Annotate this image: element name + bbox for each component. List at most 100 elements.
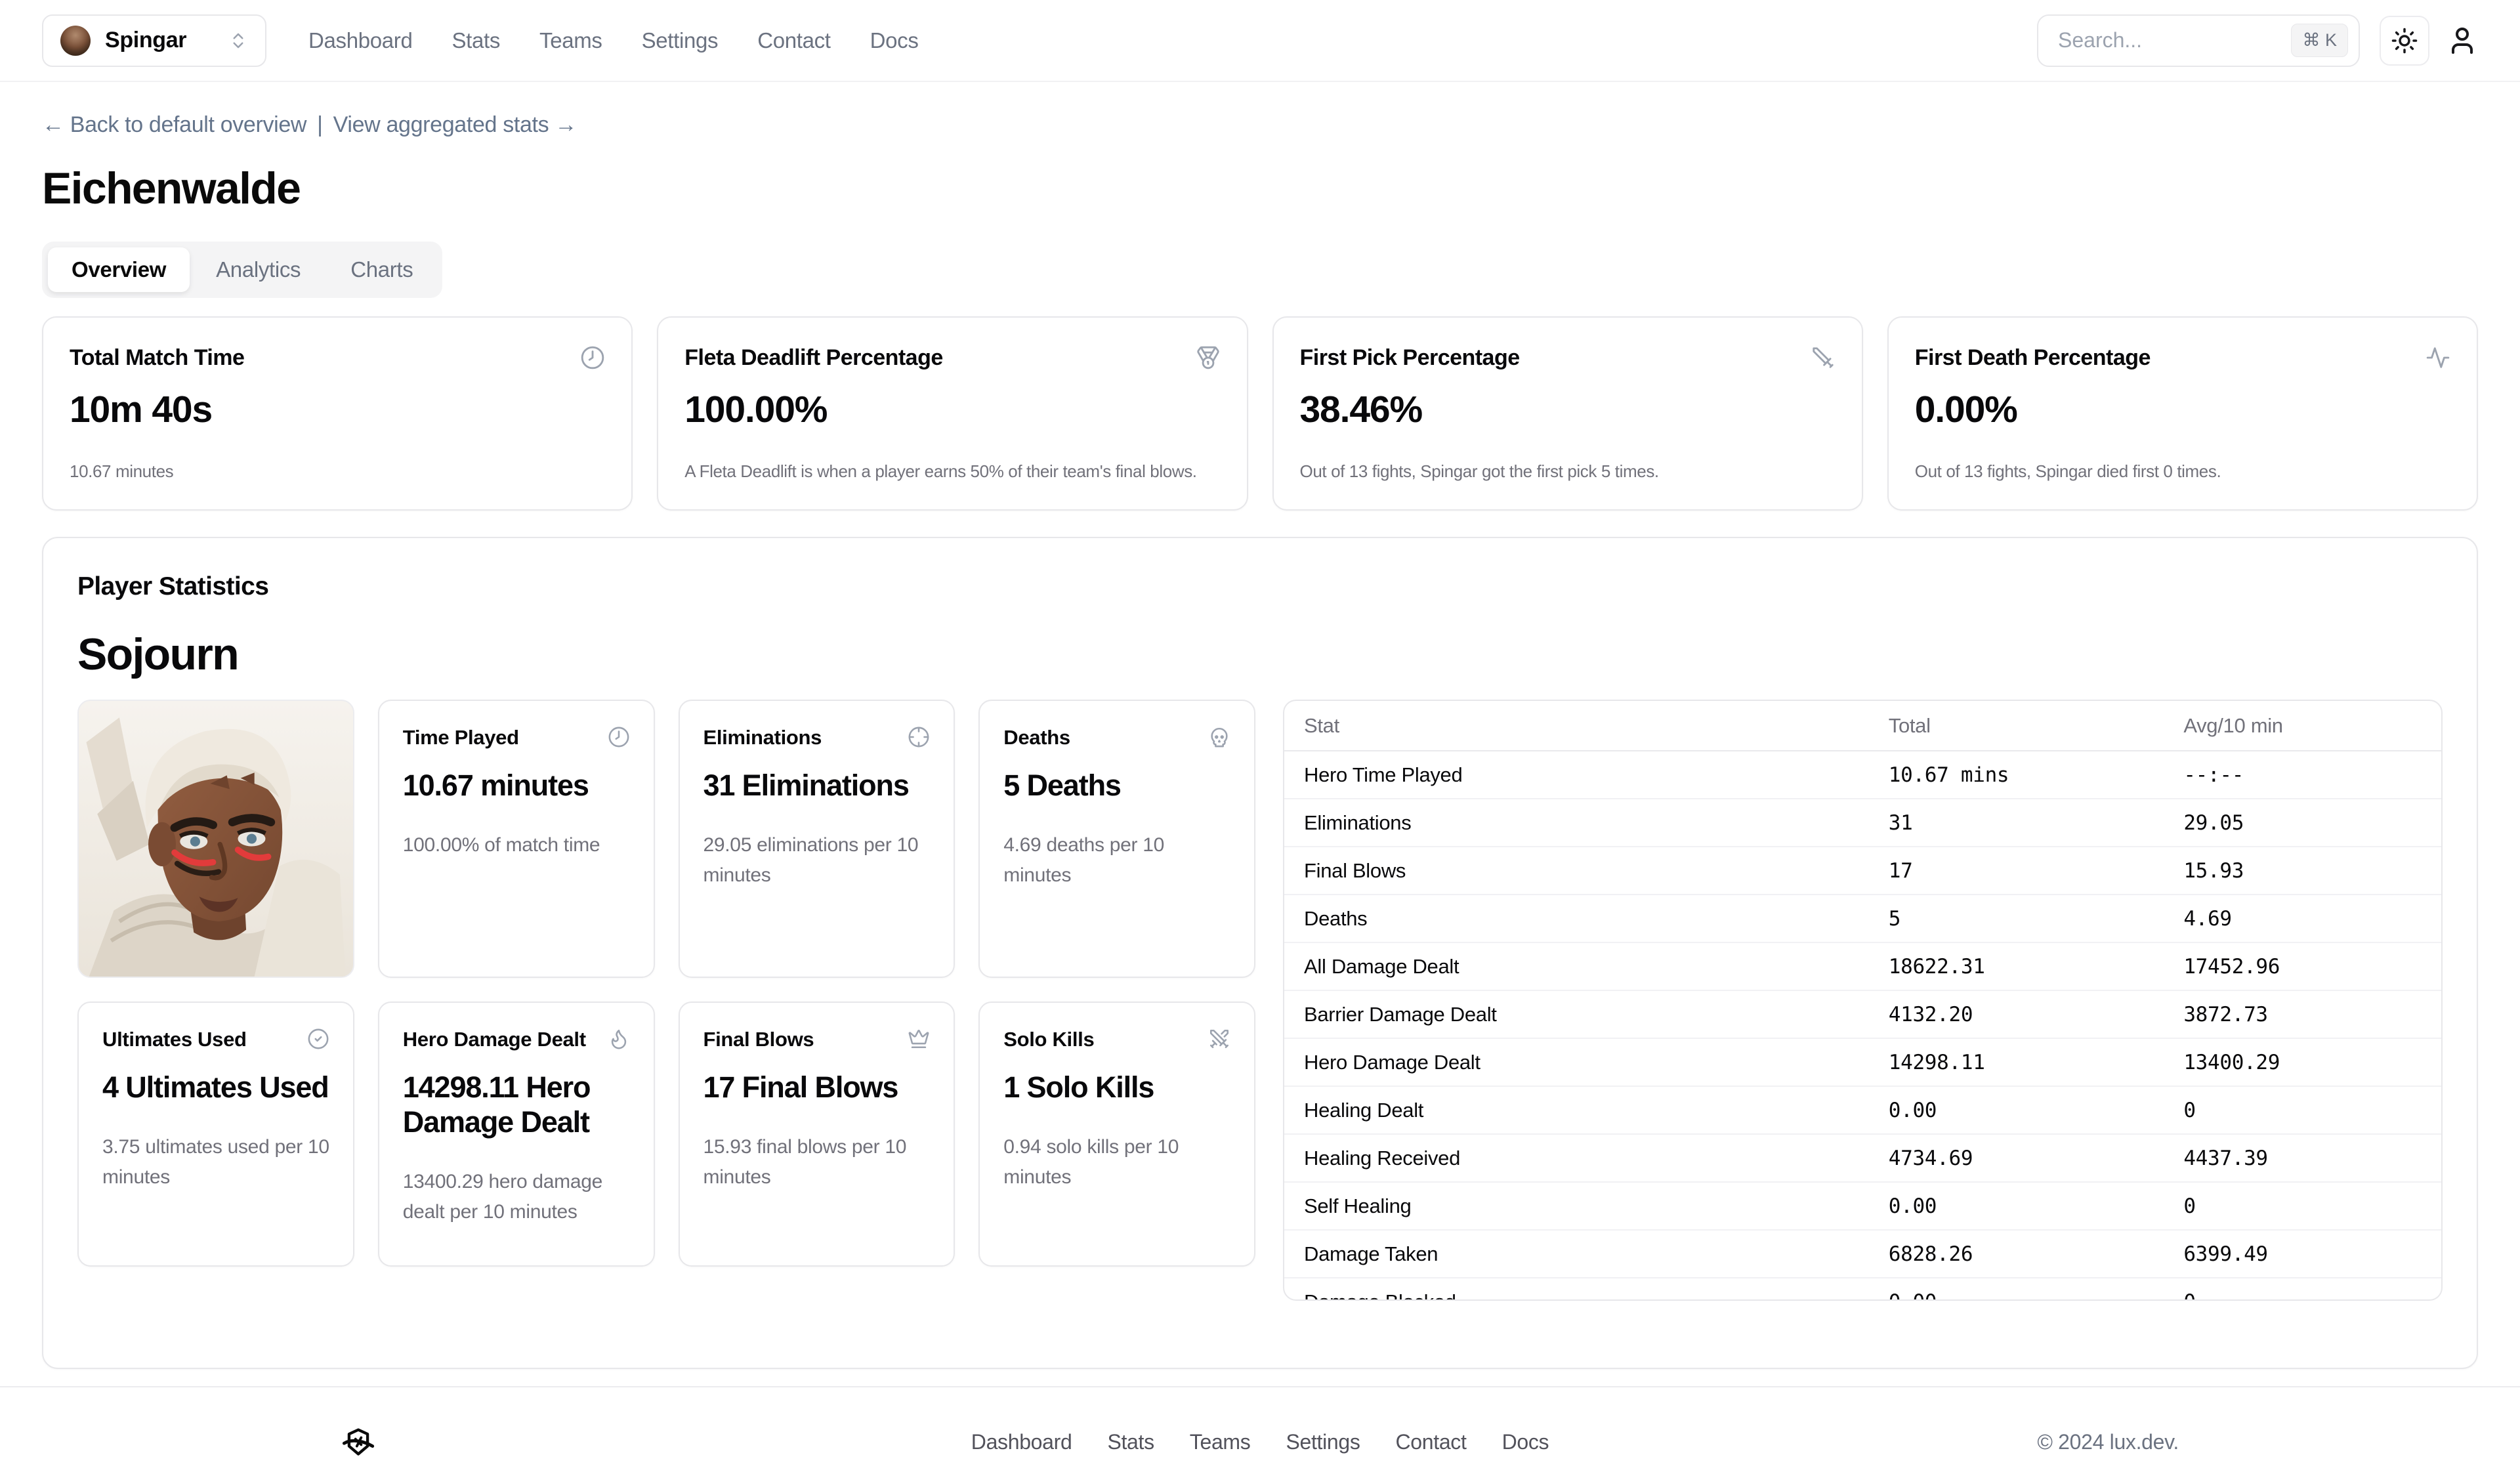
sun-icon (2391, 27, 2418, 54)
card-value: 0.00% (1915, 388, 2450, 431)
card-label: Fleta Deadlift Percentage (684, 345, 943, 371)
clock-icon (608, 726, 630, 748)
table-row: Self Healing0.000 (1284, 1182, 2441, 1230)
nav-link-stats[interactable]: Stats (452, 28, 500, 53)
team-selector[interactable]: Spingar (42, 14, 266, 67)
main-nav: Dashboard Stats Teams Settings Contact D… (308, 28, 919, 53)
final-blows-card: Final Blows 17 Final Blows 15.93 final b… (679, 1002, 956, 1267)
card-label: Total Match Time (70, 345, 244, 371)
clock-icon (580, 345, 605, 370)
table-header-row: Stat Total Avg/10 min (1284, 701, 2441, 751)
stat-total: 4734.69 (1886, 1134, 2181, 1182)
stat-avg: 15.93 (2181, 847, 2441, 895)
view-aggregated-stats-link[interactable]: View aggregated stats → (333, 112, 577, 138)
tab-overview[interactable]: Overview (48, 247, 190, 292)
swords-icon (1208, 1028, 1230, 1050)
footer-link-settings[interactable]: Settings (1286, 1430, 1360, 1454)
footer-nav: Dashboard Stats Teams Settings Contact D… (971, 1430, 1549, 1454)
stat-avg: 29.05 (2181, 799, 2441, 847)
footer-link-contact[interactable]: Contact (1396, 1430, 1467, 1454)
card-description: 15.93 final blows per 10 minutes (704, 1132, 931, 1192)
top-navbar: Spingar Dashboard Stats Teams Settings C… (0, 0, 2520, 82)
card-label: First Death Percentage (1915, 345, 2151, 371)
table-row: Damage Blocked0.000 (1284, 1278, 2441, 1301)
stat-name: Barrier Damage Dealt (1284, 990, 1886, 1038)
stat-avg: --:-- (2181, 751, 2441, 799)
card-label: Hero Damage Dealt (403, 1028, 586, 1051)
card-label: Final Blows (704, 1028, 814, 1051)
page-footer: Dashboard Stats Teams Settings Contact D… (0, 1386, 2520, 1476)
card-label: Solo Kills (1003, 1028, 1094, 1051)
table-row: Healing Received4734.694437.39 (1284, 1134, 2441, 1182)
card-value: 38.46% (1300, 388, 1836, 431)
card-description: 10.67 minutes (70, 461, 605, 482)
card-description: A Fleta Deadlift is when a player earns … (684, 461, 1220, 482)
search-box[interactable]: ⌘ K (2037, 14, 2360, 67)
card-description: 4.69 deaths per 10 minutes (1003, 830, 1230, 890)
activity-icon (2426, 345, 2450, 370)
stat-name: Hero Time Played (1284, 751, 1886, 799)
main-content: ← Back to default overview | View aggreg… (0, 112, 2520, 1369)
tab-analytics[interactable]: Analytics (192, 247, 324, 292)
player-statistics-heading: Player Statistics (77, 572, 2443, 601)
card-label: Deaths (1003, 726, 1070, 749)
page-title: Eichenwalde (42, 163, 2478, 214)
nav-link-docs[interactable]: Docs (870, 28, 919, 53)
search-shortcut-badge: ⌘ K (2291, 24, 2348, 57)
theme-toggle-button[interactable] (2380, 16, 2429, 66)
fleta-deadlift-card: Fleta Deadlift Percentage 100.00% A Flet… (657, 316, 1248, 511)
nav-link-teams[interactable]: Teams (539, 28, 602, 53)
card-description: 3.75 ultimates used per 10 minutes (102, 1132, 329, 1192)
chevrons-up-down-icon (228, 31, 248, 51)
column-header-stat: Stat (1284, 701, 1886, 751)
crown-icon (908, 1028, 930, 1050)
back-to-overview-link[interactable]: ← Back to default overview (42, 112, 306, 138)
stat-name: Deaths (1284, 895, 1886, 942)
hero-portrait (77, 700, 354, 978)
table-row: Hero Damage Dealt14298.1113400.29 (1284, 1038, 2441, 1086)
stat-avg: 17452.96 (2181, 942, 2441, 990)
card-label: First Pick Percentage (1300, 345, 1520, 371)
summary-cards: Total Match Time 10m 40s 10.67 minutes F… (42, 316, 2478, 511)
stat-name: Damage Blocked (1284, 1278, 1886, 1301)
stat-name: Damage Taken (1284, 1230, 1886, 1278)
card-description: Out of 13 fights, Spingar died first 0 t… (1915, 461, 2450, 482)
card-value: 14298.11 Hero Damage Dealt (403, 1070, 630, 1139)
time-played-card: Time Played 10.67 minutes 100.00% of mat… (378, 700, 655, 978)
search-input[interactable] (2058, 28, 2291, 53)
footer-link-dashboard[interactable]: Dashboard (971, 1430, 1072, 1454)
stat-avg: 4.69 (2181, 895, 2441, 942)
column-header-avg: Avg/10 min (2181, 701, 2441, 751)
card-value: 5 Deaths (1003, 768, 1230, 803)
stat-avg: 0 (2181, 1278, 2441, 1301)
eliminations-card: Eliminations 31 Eliminations 29.05 elimi… (679, 700, 956, 978)
player-name: Sojourn (77, 629, 2443, 680)
card-description: 100.00% of match time (403, 830, 630, 860)
card-description: Out of 13 fights, Spingar got the first … (1300, 461, 1836, 482)
footer-link-stats[interactable]: Stats (1107, 1430, 1154, 1454)
breadcrumb-separator: | (317, 112, 323, 138)
stat-total: 6828.26 (1886, 1230, 2181, 1278)
stat-name: All Damage Dealt (1284, 942, 1886, 990)
tab-charts[interactable]: Charts (327, 247, 436, 292)
stat-total: 10.67 mins (1886, 751, 2181, 799)
breadcrumb: ← Back to default overview | View aggreg… (42, 112, 2478, 138)
first-pick-card: First Pick Percentage 38.46% Out of 13 f… (1272, 316, 1863, 511)
sojourn-portrait-illustration (79, 701, 353, 977)
account-button[interactable] (2446, 25, 2478, 56)
footer-link-teams[interactable]: Teams (1190, 1430, 1251, 1454)
footer-link-docs[interactable]: Docs (1502, 1430, 1549, 1454)
card-value: 17 Final Blows (704, 1070, 931, 1105)
deaths-card: Deaths 5 Deaths 4.69 deaths per 10 minut… (978, 700, 1255, 978)
nav-link-settings[interactable]: Settings (642, 28, 719, 53)
ultimates-used-card: Ultimates Used 4 Ultimates Used 3.75 ult… (77, 1002, 354, 1267)
table-row: Healing Dealt0.000 (1284, 1086, 2441, 1134)
nav-link-contact[interactable]: Contact (757, 28, 830, 53)
crosshair-icon (908, 726, 930, 748)
nav-link-dashboard[interactable]: Dashboard (308, 28, 412, 53)
card-value: 31 Eliminations (704, 768, 931, 803)
circle-check-icon (307, 1028, 329, 1050)
card-label: Ultimates Used (102, 1028, 247, 1051)
stat-total: 31 (1886, 799, 2181, 847)
table-row: Final Blows1715.93 (1284, 847, 2441, 895)
